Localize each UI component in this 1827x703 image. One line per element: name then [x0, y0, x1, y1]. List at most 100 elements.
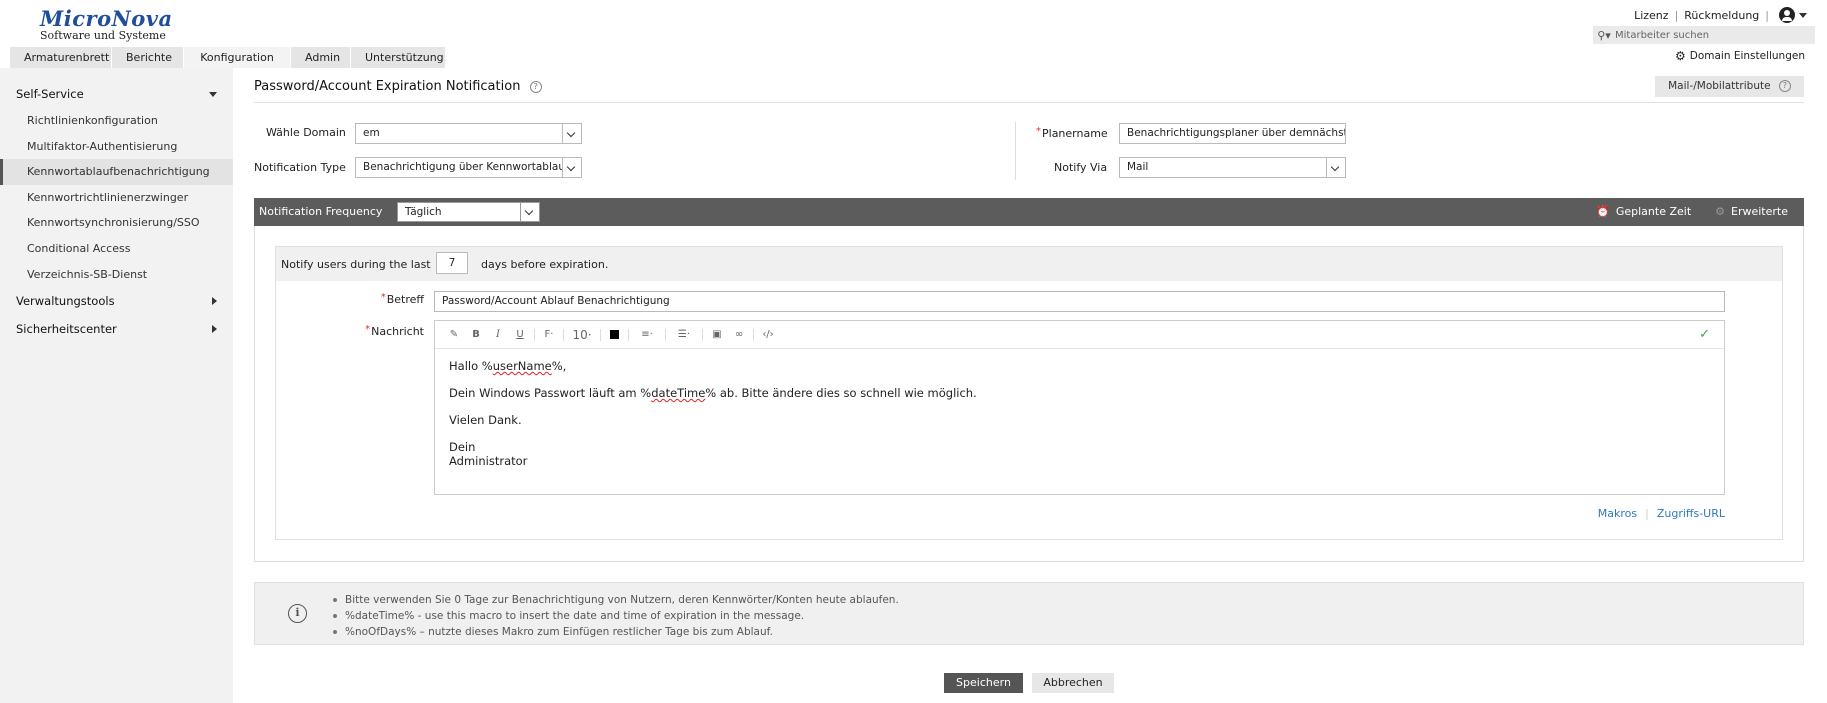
sidebar-item-password-sync[interactable]: Kennwortsynchronisierung/SSO — [0, 210, 233, 236]
page-title: Password/Account Expiration Notification… — [254, 79, 542, 94]
help-icon[interactable]: ? — [529, 81, 542, 93]
checkmark-icon[interactable]: ✓ — [1699, 327, 1710, 342]
divider: | — [1645, 507, 1649, 520]
bold-icon[interactable]: B — [465, 329, 487, 340]
chevron-down-icon[interactable] — [1799, 12, 1807, 18]
scheduled-time-label: Geplante Zeit — [1615, 205, 1692, 218]
sidebar-item-password-expiration[interactable]: Kennwortablaufbenachrichtigung — [0, 159, 233, 185]
chevron-down-icon[interactable] — [562, 158, 581, 177]
top-links: Lizenz | Rückmeldung | — [1634, 7, 1807, 23]
sidebar-item-mfa[interactable]: Multifaktor-Authentisierung — [0, 134, 233, 160]
sidebar-section-self-service[interactable]: Self-Service — [0, 80, 233, 108]
chevron-down-icon[interactable] — [520, 203, 539, 221]
domain-select-value: em — [363, 127, 380, 139]
search-input[interactable]: Mitarbeiter suchen — [1615, 30, 1709, 41]
divider — [563, 328, 564, 341]
info-list: Bitte verwenden Sie 0 Tage zur Benachric… — [333, 592, 899, 640]
source-code-icon[interactable]: ‹/› — [757, 329, 779, 340]
sidebar-item-directory-service[interactable]: Verzeichnis-SB-Dienst — [0, 262, 233, 288]
tab-support[interactable]: Unterstützung — [351, 47, 446, 68]
access-url-link[interactable]: Zugriffs-URL — [1657, 507, 1725, 520]
tab-dashboard[interactable]: Armaturenbrett — [10, 47, 112, 68]
logo: MicroNova Software und Systeme — [40, 6, 173, 42]
image-icon[interactable]: ▣ — [706, 329, 728, 340]
text-color-icon[interactable] — [610, 330, 619, 339]
advanced-label: Erweiterte — [1731, 205, 1788, 218]
message-text: % ab. Bitte ändere dies so schnell wie m… — [705, 386, 977, 400]
mail-attributes-label: Mail-/Mobilattribute — [1668, 80, 1771, 92]
frequency-bar: Notification Frequency Täglich ⏰ Geplant… — [254, 198, 1804, 226]
notify-days-row: Notify users during the last 7 days befo… — [276, 247, 1782, 281]
gear-icon: ⚙ — [1674, 49, 1686, 63]
editor-body[interactable]: Hallo %userName%, Dein Windows Passwort … — [435, 349, 1724, 478]
message-text: %, — [551, 359, 567, 373]
subject-input[interactable]: Password/Account Ablauf Benachrichtigung — [434, 291, 1725, 312]
sidebar-section-security-center[interactable]: Sicherheitscenter — [0, 315, 233, 343]
required-marker: * — [380, 292, 386, 303]
notification-type-select[interactable]: Benachrichtigung über Kennwortablauf — [355, 157, 582, 178]
notify-days-input[interactable]: 7 — [436, 252, 468, 274]
italic-icon[interactable]: I — [487, 329, 509, 340]
help-icon[interactable]: ? — [1778, 80, 1791, 92]
domain-settings-link[interactable]: ⚙ Domain Einstellungen — [1675, 49, 1805, 63]
message-line: Administrator — [449, 454, 528, 468]
save-button[interactable]: Speichern — [944, 673, 1023, 693]
domain-label: Wähle Domain — [266, 126, 346, 139]
link-icon[interactable]: ∞ — [728, 329, 750, 340]
domain-select[interactable]: em — [355, 123, 582, 144]
divider — [1015, 122, 1016, 180]
macros-link[interactable]: Makros — [1598, 507, 1637, 520]
planner-name-input[interactable]: Benachrichtigungsplaner über demnächst — [1119, 123, 1346, 144]
content-panel: Notify users during the last 7 days befo… — [254, 226, 1804, 562]
list-icon[interactable]: ☰· — [669, 329, 699, 340]
advanced-tab[interactable]: ⚙ Erweiterte — [1715, 205, 1788, 218]
chevron-down-icon[interactable] — [1326, 158, 1345, 177]
sidebar: Self-Service Richtlinienkonfiguration Mu… — [0, 68, 233, 703]
sidebar-item-policy-config[interactable]: Richtlinienkonfiguration — [0, 108, 233, 134]
message-text: Hallo % — [449, 359, 493, 373]
mail-attributes-button[interactable]: Mail-/Mobilattribute ? — [1655, 76, 1804, 97]
frequency-options: ⏰ Geplante Zeit ⚙ Erweiterte — [1572, 205, 1788, 218]
chevron-down-icon[interactable] — [562, 124, 581, 143]
align-icon[interactable]: ≡· — [632, 329, 662, 340]
notify-days-prefix: Notify users during the last — [281, 258, 431, 271]
underline-icon[interactable]: U — [509, 329, 531, 340]
required-marker: * — [1036, 126, 1041, 137]
message-text: Dein Windows Passwort läuft am % — [449, 386, 652, 400]
notification-type-value: Benachrichtigung über Kennwortablauf — [363, 161, 569, 173]
font-family-icon[interactable]: F· — [538, 329, 560, 340]
search-icon[interactable]: ⚲▾ — [1593, 29, 1615, 42]
frequency-select[interactable]: Täglich — [397, 202, 540, 222]
sidebar-section-label: Sicherheitscenter — [16, 322, 117, 337]
notify-via-label: Notify Via — [1054, 161, 1108, 174]
sidebar-section-admin-tools[interactable]: Verwaltungstools — [0, 287, 233, 315]
font-size-select[interactable]: 10· — [567, 328, 597, 342]
tab-reports[interactable]: Berichte — [112, 47, 184, 68]
license-link[interactable]: Lizenz — [1634, 9, 1668, 22]
sidebar-section-label: Verwaltungstools — [16, 294, 115, 309]
alarm-clock-icon: ⏰ — [1596, 205, 1610, 218]
cancel-button[interactable]: Abbrechen — [1032, 673, 1114, 693]
sidebar-item-password-policy-enforcer[interactable]: Kennwortrichtlinienerzwinger — [0, 185, 233, 211]
tab-configuration[interactable]: Konfiguration — [184, 47, 291, 68]
message-line: Hallo %userName%, — [449, 359, 1710, 373]
logo-main: MicroNova — [40, 6, 173, 31]
main-tabs: Armaturenbrett Berichte Konfiguration Ad… — [10, 47, 446, 68]
scheduled-time-tab[interactable]: ⏰ Geplante Zeit — [1596, 205, 1691, 218]
editor-links: Makros | Zugriffs-URL — [1598, 507, 1725, 520]
planner-name-label: *Planername — [1036, 126, 1108, 140]
notify-days-suffix: days before expiration. — [481, 258, 609, 271]
notify-via-select[interactable]: Mail — [1119, 157, 1346, 178]
sidebar-item-conditional-access[interactable]: Conditional Access — [0, 236, 233, 262]
chevron-right-icon — [212, 325, 217, 334]
feedback-link[interactable]: Rückmeldung — [1684, 9, 1759, 22]
eraser-icon[interactable]: ✎ — [443, 329, 465, 340]
macro-token: dateTime — [651, 386, 706, 400]
message-label-text: Nachricht — [371, 325, 424, 338]
user-icon[interactable] — [1779, 7, 1795, 23]
employee-search[interactable]: ⚲▾ Mitarbeiter suchen — [1593, 26, 1815, 44]
info-icon: i — [288, 604, 307, 623]
message-editor[interactable]: ✎ B I U F· 10· ≡· ☰· ▣ ∞ ‹/› ✓ Hallo %us… — [434, 320, 1725, 495]
tab-admin[interactable]: Admin — [291, 47, 351, 68]
subject-label: *Betreff — [364, 292, 424, 306]
